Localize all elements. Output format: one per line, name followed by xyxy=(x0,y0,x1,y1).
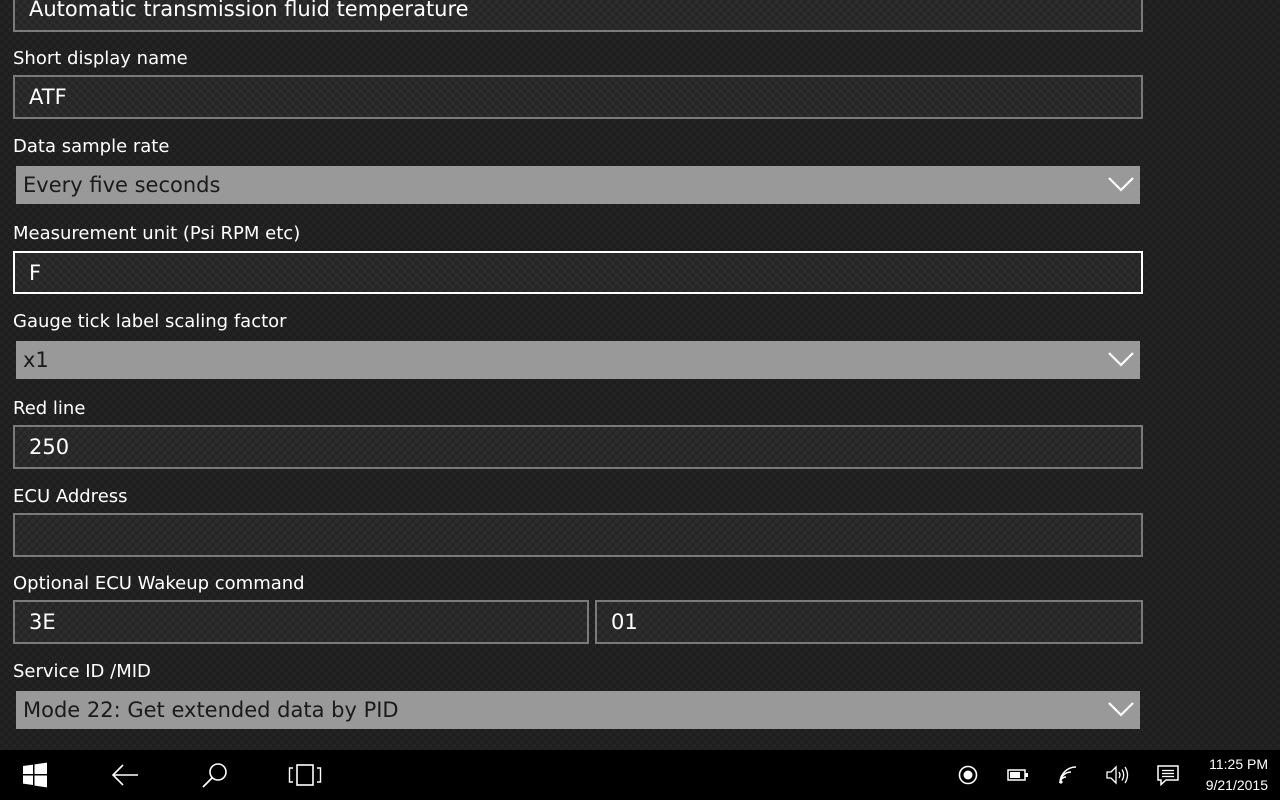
scaling-label: Gauge tick label scaling factor xyxy=(13,311,287,332)
chevron-down-icon xyxy=(1108,177,1134,192)
record-icon xyxy=(958,765,978,785)
clock-time: 11:25 PM xyxy=(1209,756,1268,772)
short-name-field[interactable]: ATF xyxy=(13,75,1143,119)
back-button[interactable] xyxy=(100,750,150,800)
ecu-address-label: ECU Address xyxy=(13,486,128,507)
short-name-label: Short display name xyxy=(13,48,188,69)
task-view-button[interactable] xyxy=(280,750,330,800)
volume-button[interactable] xyxy=(1103,750,1133,800)
wifi-button[interactable] xyxy=(1053,750,1083,800)
service-id-selected: Mode 22: Get extended data by PID xyxy=(23,698,399,722)
red-line-field[interactable]: 250 xyxy=(13,425,1143,469)
volume-icon xyxy=(1106,765,1129,785)
battery-button[interactable] xyxy=(1003,750,1033,800)
red-line-label: Red line xyxy=(13,398,86,419)
wakeup-label: Optional ECU Wakeup command xyxy=(13,573,305,594)
unit-value: F xyxy=(29,260,42,285)
chevron-down-icon xyxy=(1108,702,1134,717)
service-id-dropdown[interactable]: Mode 22: Get extended data by PID xyxy=(16,691,1140,729)
unit-field[interactable]: F xyxy=(13,251,1143,294)
windows-logo-icon xyxy=(23,762,47,788)
full-name-value: Automatic transmission fluid temperature xyxy=(29,0,469,21)
short-name-value: ATF xyxy=(29,85,67,109)
task-view-icon xyxy=(288,764,322,786)
wifi-icon xyxy=(1059,766,1077,784)
sample-rate-selected: Every five seconds xyxy=(23,173,221,197)
full-name-field[interactable]: Automatic transmission fluid temperature xyxy=(13,0,1143,32)
service-id-label: Service ID /MID xyxy=(13,661,151,682)
wakeup-value-2: 01 xyxy=(611,610,638,634)
ecu-address-field[interactable] xyxy=(13,513,1143,557)
sample-rate-label: Data sample rate xyxy=(13,136,170,157)
wakeup-field-2[interactable]: 01 xyxy=(595,600,1143,644)
wakeup-value-1: 3E xyxy=(29,610,56,634)
search-icon xyxy=(202,763,227,788)
sample-rate-dropdown[interactable]: Every five seconds xyxy=(16,166,1140,204)
red-line-value: 250 xyxy=(29,435,70,459)
wakeup-field-1[interactable]: 3E xyxy=(13,600,589,644)
clock[interactable]: 11:25 PM 9/21/2015 xyxy=(1206,754,1268,796)
scaling-dropdown[interactable]: x1 xyxy=(16,341,1140,379)
clock-date: 9/21/2015 xyxy=(1205,777,1268,793)
unit-label: Measurement unit (Psi RPM etc) xyxy=(13,223,301,244)
record-button[interactable] xyxy=(953,750,983,800)
scaling-selected: x1 xyxy=(23,348,49,372)
taskbar: 11:25 PM 9/21/2015 xyxy=(0,750,1280,800)
start-button[interactable] xyxy=(10,750,60,800)
action-center-button[interactable] xyxy=(1153,750,1183,800)
settings-form: Automatic transmission fluid temperature… xyxy=(0,0,1280,750)
chevron-down-icon xyxy=(1108,352,1134,367)
search-button[interactable] xyxy=(190,750,240,800)
battery-icon xyxy=(1007,769,1028,781)
back-arrow-icon xyxy=(111,764,138,786)
action-center-icon xyxy=(1157,765,1179,786)
